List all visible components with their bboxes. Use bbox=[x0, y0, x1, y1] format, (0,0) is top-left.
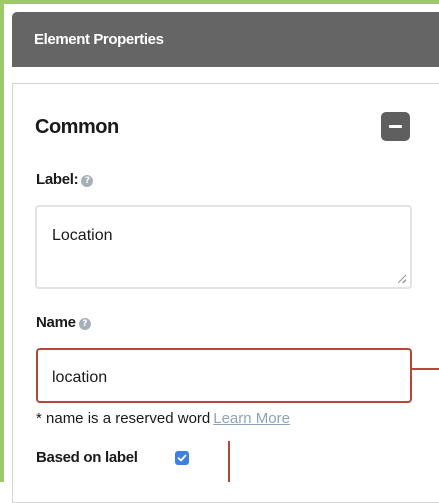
question-icon[interactable]: ? bbox=[81, 175, 94, 187]
based-on-label-checkbox[interactable] bbox=[175, 451, 189, 465]
reserved-word-warning: * name is a reserved word Learn More bbox=[36, 410, 290, 427]
reserved-word-text: * name is a reserved word bbox=[36, 410, 211, 427]
label-field-text: Label: bbox=[36, 171, 79, 188]
label-field-label: Label:? bbox=[36, 171, 94, 188]
section-title: Common bbox=[35, 116, 119, 138]
resize-handle[interactable] bbox=[398, 275, 406, 283]
question-icon[interactable]: ? bbox=[78, 318, 91, 330]
name-input-value: location bbox=[52, 369, 108, 386]
checkmark-icon bbox=[177, 454, 187, 462]
name-field-label: Name? bbox=[36, 314, 91, 331]
panel-header: Element Properties bbox=[12, 12, 439, 67]
callout-line-horizontal bbox=[412, 368, 439, 370]
common-section-panel bbox=[12, 83, 439, 503]
name-input[interactable]: location bbox=[36, 348, 412, 403]
collapse-section-button[interactable] bbox=[381, 112, 410, 141]
minus-icon bbox=[389, 125, 402, 128]
based-on-label-label: Based on label bbox=[36, 449, 138, 466]
panel-title: Element Properties bbox=[34, 31, 164, 48]
label-textarea[interactable]: Location bbox=[35, 205, 412, 289]
label-textarea-value: Location bbox=[52, 227, 113, 244]
name-field-text: Name bbox=[36, 314, 76, 331]
learn-more-link[interactable]: Learn More bbox=[213, 410, 290, 427]
callout-line-vertical bbox=[228, 441, 230, 482]
